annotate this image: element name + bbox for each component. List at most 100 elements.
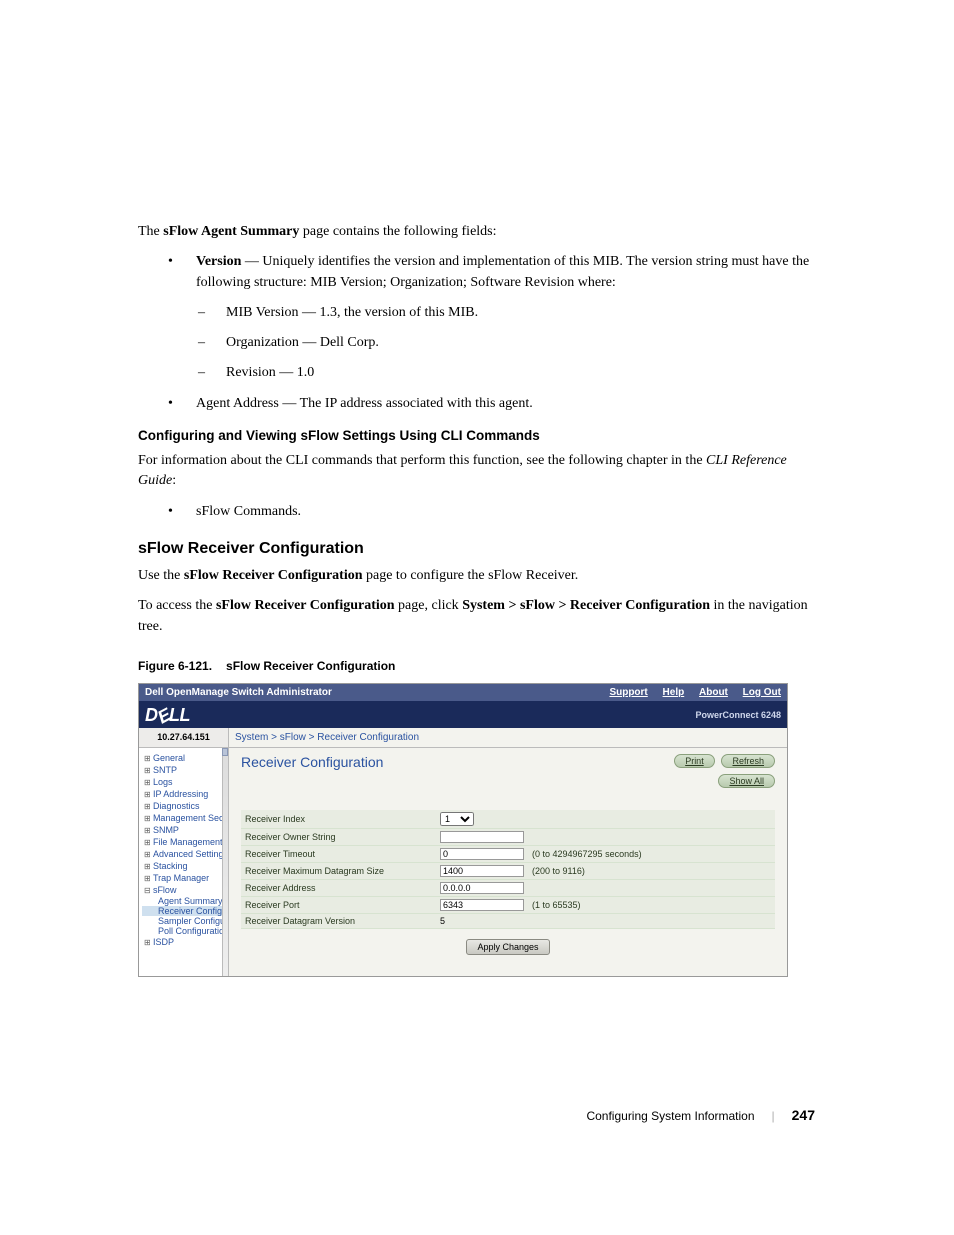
tree-item-file-management[interactable]: File Management [142, 836, 225, 848]
text: page contains the following fields: [299, 224, 496, 239]
tree-sub-poll-config[interactable]: Poll Configuration [142, 926, 225, 936]
product-label: PowerConnect 6248 [695, 710, 781, 720]
text-bold: sFlow Agent Summary [163, 224, 299, 239]
datagram-version-value: 5 [436, 913, 528, 928]
brand-bar: DELL PowerConnect 6248 [139, 701, 787, 728]
timeout-input[interactable] [440, 848, 524, 860]
field-hint [528, 810, 775, 829]
subbullet-org: – Organization — Dell Corp. [198, 333, 819, 353]
access-paragraph: To access the sFlow Receiver Configurati… [138, 596, 819, 637]
link-support[interactable]: Support [609, 687, 647, 698]
breadcrumb-item[interactable]: System [235, 732, 268, 743]
bullet-dash: – [198, 303, 226, 323]
refresh-button[interactable]: Refresh [721, 754, 775, 768]
text: sFlow Commands. [196, 502, 301, 522]
field-label: Receiver Port [241, 896, 436, 913]
tree-item-snmp[interactable]: SNMP [142, 824, 225, 836]
apply-row: Apply Changes [241, 929, 775, 955]
bullet-dash: – [198, 333, 226, 353]
link-help[interactable]: Help [663, 687, 685, 698]
page-number: 247 [792, 1107, 815, 1123]
subbullet-rev: – Revision — 1.0 [198, 363, 819, 383]
subhead-cli: Configuring and Viewing sFlow Settings U… [138, 428, 819, 443]
text: The [138, 224, 163, 239]
figure-number: Figure 6-121. [138, 659, 212, 673]
main-area: General SNTP Logs IP Addressing Diagnost… [139, 748, 787, 976]
text: Revision — 1.0 [226, 363, 314, 383]
bullet-dot: • [168, 502, 196, 522]
subbullet-mib: – MIB Version — 1.3, the version of this… [198, 303, 819, 323]
tree-item-sntp[interactable]: SNTP [142, 764, 225, 776]
row-timeout: Receiver Timeout (0 to 4294967295 second… [241, 845, 775, 862]
tree-item-sflow[interactable]: sFlow [142, 884, 225, 896]
breadcrumb: System > sFlow > Receiver Configuration [229, 728, 787, 748]
tree-item-general[interactable]: General [142, 752, 225, 764]
link-about[interactable]: About [699, 687, 728, 698]
scroll-up-icon[interactable] [222, 748, 228, 756]
tree-item-trap-manager[interactable]: Trap Manager [142, 872, 225, 884]
tree-sub-agent-summary[interactable]: Agent Summary [142, 896, 225, 906]
text-bold: sFlow Receiver Configuration [184, 568, 363, 583]
row-receiver-index: Receiver Index 1 [241, 810, 775, 829]
breadcrumb-item: Receiver Configuration [317, 732, 419, 743]
text-bold: sFlow Receiver Configuration [216, 598, 395, 613]
bullet-dot: • [168, 252, 196, 293]
bullet-version: • Version — Uniquely identifies the vers… [168, 252, 819, 293]
row-datagram-version: Receiver Datagram Version 5 [241, 913, 775, 928]
breadcrumb-item[interactable]: sFlow [280, 732, 306, 743]
text: Organization — Dell Corp. [226, 333, 379, 353]
figure-title: sFlow Receiver Configuration [226, 659, 395, 673]
bullet-agent-address: • Agent Address — The IP address associa… [168, 394, 819, 414]
footer-separator: | [772, 1108, 775, 1123]
owner-string-input[interactable] [440, 831, 524, 843]
apply-changes-button[interactable]: Apply Changes [466, 939, 549, 955]
dell-logo: DELL [145, 705, 190, 726]
window-titlebar: Dell OpenManage Switch Administrator Sup… [139, 684, 787, 701]
text: To access the [138, 598, 216, 613]
text: page to configure the sFlow Receiver. [363, 568, 579, 583]
text: : [172, 473, 176, 488]
field-hint [528, 913, 775, 928]
link-logout[interactable]: Log Out [743, 687, 781, 698]
max-datagram-input[interactable] [440, 865, 524, 877]
page-footer: Configuring System Information | 247 [138, 1107, 819, 1124]
field-hint [528, 828, 775, 845]
row-address: Receiver Address [241, 879, 775, 896]
show-all-button[interactable]: Show All [718, 774, 775, 788]
field-label: Receiver Timeout [241, 845, 436, 862]
row-port: Receiver Port (1 to 65535) [241, 896, 775, 913]
bullet-dash: – [198, 363, 226, 383]
tree-item-stacking[interactable]: Stacking [142, 860, 225, 872]
tree-item-diagnostics[interactable]: Diagnostics [142, 800, 225, 812]
action-buttons: Print Refresh Show All [670, 754, 775, 788]
cli-paragraph: For information about the CLI commands t… [138, 451, 819, 492]
bullet-sflow-cmds: • sFlow Commands. [168, 502, 819, 522]
text: Agent Address — The IP address associate… [196, 394, 533, 414]
tree-item-logs[interactable]: Logs [142, 776, 225, 788]
bullet-dot: • [168, 394, 196, 414]
tree-item-isdp[interactable]: ISDP [142, 936, 225, 948]
receiver-index-select[interactable]: 1 [440, 812, 474, 826]
text: page, click [395, 598, 463, 613]
tree-item-mgmt-security[interactable]: Management Secur [142, 812, 225, 824]
field-hint: (0 to 4294967295 seconds) [528, 845, 775, 862]
text: For information about the CLI commands t… [138, 453, 706, 468]
footer-section: Configuring System Information [586, 1109, 754, 1123]
field-label: Receiver Index [241, 810, 436, 829]
section-head: sFlow Receiver Configuration [138, 540, 819, 558]
address-input[interactable] [440, 882, 524, 894]
scrollbar[interactable] [222, 748, 228, 976]
text-bold: Version [196, 254, 241, 269]
text: MIB Version — 1.3, the version of this M… [226, 303, 478, 323]
row-owner-string: Receiver Owner String [241, 828, 775, 845]
field-hint [528, 879, 775, 896]
window-title: Dell OpenManage Switch Administrator [145, 687, 332, 698]
print-button[interactable]: Print [674, 754, 715, 768]
tree-sub-sampler-config[interactable]: Sampler Configur [142, 916, 225, 926]
tree-sub-receiver-config[interactable]: Receiver Configu [142, 906, 225, 916]
intro-paragraph: The sFlow Agent Summary page contains th… [138, 222, 819, 242]
tree-item-advanced[interactable]: Advanced Settings [142, 848, 225, 860]
field-label: Receiver Maximum Datagram Size [241, 862, 436, 879]
port-input[interactable] [440, 899, 524, 911]
tree-item-ip[interactable]: IP Addressing [142, 788, 225, 800]
